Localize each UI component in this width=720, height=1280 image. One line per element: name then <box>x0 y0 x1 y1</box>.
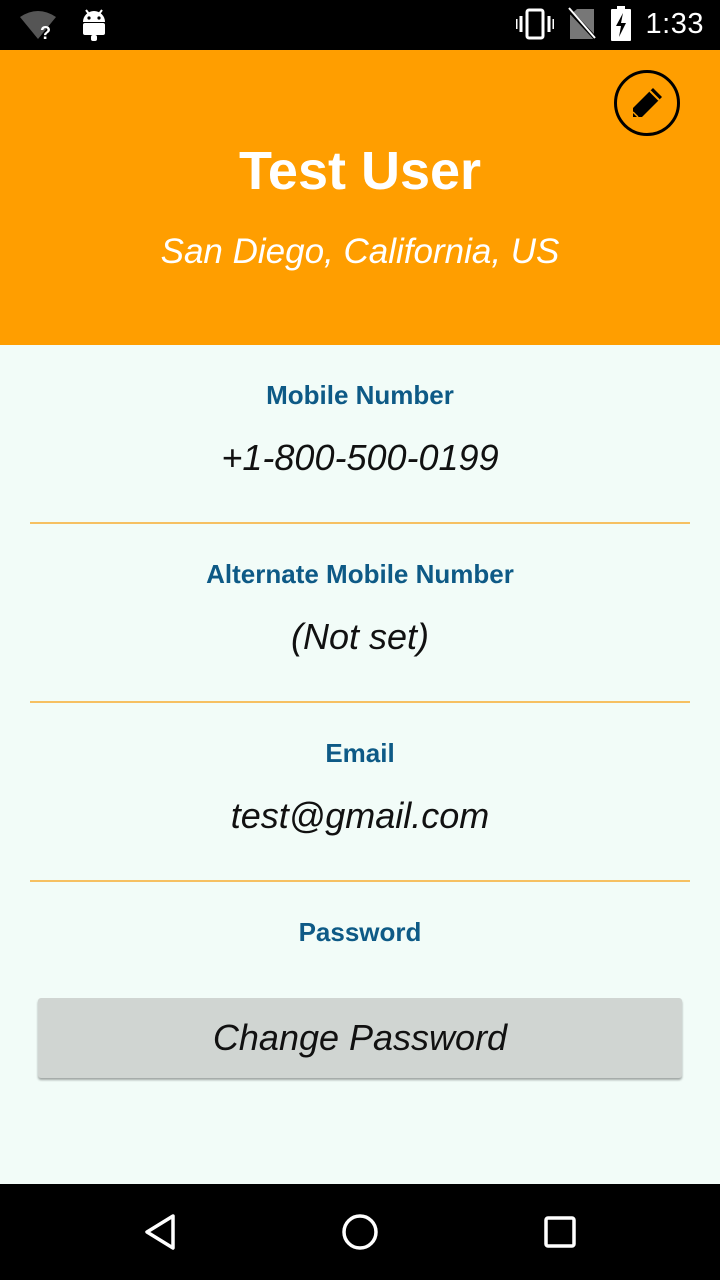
status-left: ? <box>18 8 108 42</box>
svg-text:?: ? <box>40 23 51 41</box>
navigation-bar <box>0 1184 720 1280</box>
wifi-unknown-icon: ? <box>18 9 58 41</box>
change-password-button[interactable]: Change Password <box>38 998 682 1078</box>
recents-button[interactable] <box>536 1208 584 1256</box>
home-icon <box>340 1212 380 1252</box>
vibrate-icon <box>515 7 554 41</box>
clock: 1:33 <box>645 7 704 40</box>
user-name: Test User <box>238 141 482 201</box>
mobile-number-label: Mobile Number <box>266 380 454 410</box>
android-icon <box>80 8 108 42</box>
divider <box>30 522 690 524</box>
divider <box>30 880 690 882</box>
email-value: test@gmail.com <box>230 795 490 836</box>
password-label: Password <box>298 917 422 947</box>
user-location: San Diego, California, US <box>160 232 560 271</box>
home-button[interactable] <box>336 1208 384 1256</box>
profile-header: Test User San Diego, California, US <box>0 50 720 345</box>
email-label: Email <box>325 738 395 768</box>
edit-profile-button[interactable] <box>614 70 680 136</box>
mobile-number-value: +1-800-500-0199 <box>221 437 499 478</box>
back-button[interactable] <box>136 1208 184 1256</box>
pencil-icon <box>629 85 665 121</box>
no-sim-icon <box>567 7 596 41</box>
back-icon <box>140 1212 180 1252</box>
status-bar: ? 1:33 <box>0 0 720 50</box>
battery-charging-icon <box>610 6 632 42</box>
recents-icon <box>540 1212 580 1252</box>
status-right: 1:33 <box>515 6 704 42</box>
profile-details: Mobile Number +1-800-500-0199 Alternate … <box>0 345 720 1184</box>
alternate-mobile-label: Alternate Mobile Number <box>206 559 514 589</box>
alternate-mobile-value: (Not set) <box>290 616 430 657</box>
divider <box>30 701 690 703</box>
